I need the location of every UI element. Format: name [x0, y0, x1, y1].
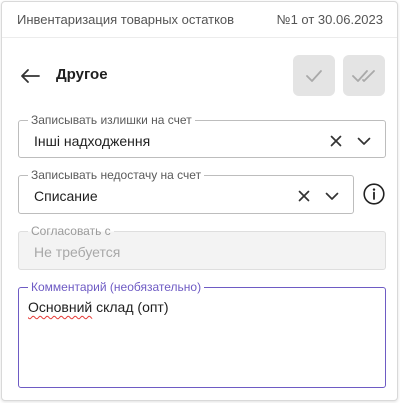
shortage-account-select[interactable]: Записывать недостачу на счет Списание [18, 168, 354, 214]
shortage-account-value: Списание [34, 188, 98, 204]
section-title: Другое [56, 66, 108, 83]
comment-rest: склад (опт) [92, 299, 169, 315]
comment-misspelled-word: Основний [28, 299, 93, 315]
surplus-account-select[interactable]: Записывать излишки на счет Інші надходже… [18, 113, 386, 158]
arrow-left-icon [21, 69, 40, 83]
comment-label: Комментарий (необязательно) [28, 280, 205, 294]
clear-x-icon[interactable] [327, 132, 345, 150]
section-header: Другое [2, 54, 397, 98]
approval-placeholder: Не требуется [34, 244, 121, 260]
document-number: №1 от 30.06.2023 [276, 12, 383, 27]
surplus-account-value: Інші надходження [34, 133, 151, 149]
chevron-down-icon[interactable] [355, 132, 373, 150]
surplus-account-label: Записывать излишки на счет [28, 113, 195, 127]
dialog-panel: Инвентаризация товарных остатков №1 от 3… [1, 1, 398, 401]
back-button[interactable] [18, 65, 42, 87]
approval-field: Согласовать с Не требуется [18, 224, 386, 270]
comment-textarea[interactable]: Комментарий (необязательно) Основний скл… [18, 280, 386, 388]
info-icon[interactable] [363, 183, 385, 205]
clear-x-icon[interactable] [295, 187, 313, 205]
comment-value[interactable]: Основний склад (опт) [28, 298, 376, 316]
document-bar: Инвентаризация товарных остатков №1 от 3… [2, 2, 397, 38]
accept-all-button[interactable] [343, 55, 385, 96]
document-title: Инвентаризация товарных остатков [17, 12, 235, 27]
accept-button[interactable] [293, 55, 335, 96]
double-check-icon [352, 69, 375, 82]
check-icon [306, 69, 322, 82]
shortage-account-label: Записывать недостачу на счет [28, 168, 205, 182]
chevron-down-icon[interactable] [323, 187, 341, 205]
approval-label: Согласовать с [28, 224, 114, 238]
